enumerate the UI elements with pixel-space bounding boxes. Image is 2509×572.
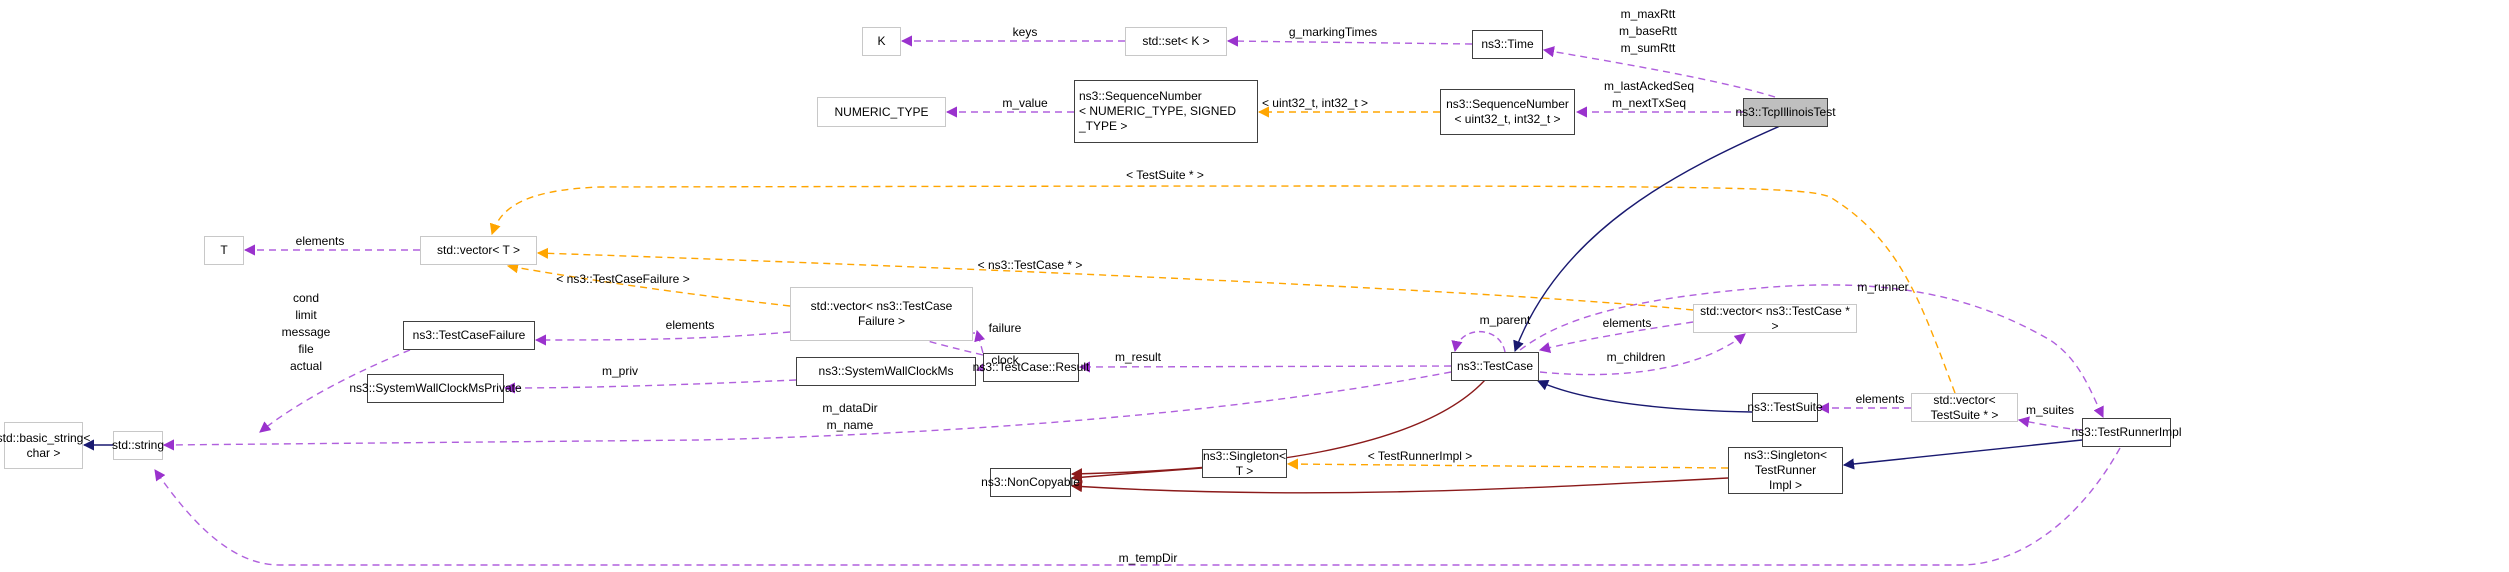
node-testcasefailure[interactable]: ns3::TestCaseFailure <box>403 321 535 350</box>
node-std-string[interactable]: std::string <box>112 431 164 460</box>
edge-testrunnerimpl-tpl <box>1286 458 1729 470</box>
node-basic-string[interactable]: std::basic_string< char > <box>0 422 90 469</box>
edge-label-failure-fields: cond limit message file actual <box>281 291 331 373</box>
edge-m-parent <box>1451 330 1506 353</box>
edge-label-m-value: m_value <box>1002 96 1048 110</box>
node-noncopyable[interactable]: ns3::NonCopyable <box>981 468 1080 497</box>
edge-label-testcasefailure-tpl: < ns3::TestCaseFailure > <box>556 272 690 286</box>
edge-label-seq: m_lastAckedSeq m_nextTxSeq <box>1603 79 1695 110</box>
node-numeric-type[interactable]: NUMERIC_TYPE <box>817 97 946 127</box>
edge-label-uint32-int32: < uint32_t, int32_t > <box>1261 96 1369 110</box>
edge-label-keys: keys <box>1012 25 1038 39</box>
node-testrunnerimpl[interactable]: ns3::TestRunnerImpl <box>2071 418 2182 447</box>
edge-testcase-ptr-tpl <box>536 247 1694 311</box>
edge-label-m-result: m_result <box>1114 350 1162 364</box>
edge-inherit-testsuite <box>1536 380 1753 413</box>
edge-label-m-priv: m_priv <box>601 364 639 378</box>
edge-label-m-children: m_children <box>1606 350 1666 364</box>
node-time[interactable]: ns3::Time <box>1472 30 1543 59</box>
node-systemwallclockms[interactable]: ns3::SystemWallClockMs <box>796 357 976 386</box>
edge-label-m-suites: m_suites <box>2025 403 2075 417</box>
node-testcase[interactable]: ns3::TestCase <box>1451 352 1539 381</box>
node-tcp-illinois-test[interactable]: ns3::TcpIllinoisTest <box>1735 98 1836 127</box>
edge-label-elements-failure: elements <box>665 318 715 332</box>
node-seqnum-template[interactable]: ns3::SequenceNumber < NUMERIC_TYPE, SIGN… <box>1074 80 1258 143</box>
edge-label-datadir-name: m_dataDir m_name <box>822 401 878 432</box>
edge-inherit-singleton <box>1842 439 2083 470</box>
node-seqnum-uint32[interactable]: ns3::SequenceNumber < uint32_t, int32_t … <box>1440 89 1575 135</box>
node-vector-testcase-ptr[interactable]: std::vector< ns3::TestCase * > <box>1693 304 1857 333</box>
edge-label-g-markingtimes: g_markingTimes <box>1288 25 1378 39</box>
edge-label-testrunnerimpl-tpl: < TestRunnerImpl > <box>1367 449 1473 463</box>
edge-testsuite-ptr-tpl <box>489 185 1956 394</box>
node-systemwallclockmsprivate[interactable]: ns3::SystemWallClockMsPrivate <box>349 374 522 403</box>
edge-label-elements-t: elements <box>295 234 345 248</box>
edge-label-testcase-ptr-tpl: < ns3::TestCase * > <box>977 258 1083 272</box>
node-k[interactable]: K <box>862 27 901 56</box>
edge-label-elements-testcase: elements <box>1602 316 1652 330</box>
edge-g-markingtimes <box>1226 35 1473 47</box>
node-vector-testcasefailure[interactable]: std::vector< ns3::TestCase Failure > <box>790 287 973 341</box>
node-singleton-testrunnerimpl[interactable]: ns3::Singleton< TestRunner Impl > <box>1728 447 1843 494</box>
node-set-k[interactable]: std::set< K > <box>1125 27 1227 56</box>
edge-label-clock: clock <box>991 353 1019 367</box>
node-testsuite[interactable]: ns3::TestSuite <box>1747 393 1823 422</box>
edge-label-rtt: m_maxRtt m_baseRtt m_sumRtt <box>1618 7 1678 55</box>
edge-label-failure: failure <box>988 321 1022 335</box>
edge-label-elements-testsuite: elements <box>1855 392 1905 406</box>
edge-noncopyable-singleton-runner <box>1070 477 1729 494</box>
edge-m-priv <box>503 379 797 394</box>
node-t[interactable]: T <box>204 236 244 265</box>
edge-label-m-tempdir: m_tempDir <box>1118 551 1178 565</box>
edge-label-m-parent: m_parent <box>1479 313 1531 327</box>
edge-label-testsuite-ptr-tpl: < TestSuite * > <box>1126 168 1204 182</box>
edge-elements-failure <box>534 331 791 346</box>
edge-m-result <box>1078 361 1452 373</box>
edge-label-m-runner: m_runner <box>1857 280 1909 294</box>
node-vector-testsuite-ptr[interactable]: std::vector< TestSuite * > <box>1911 393 2018 422</box>
node-singleton-t[interactable]: ns3::Singleton< T > <box>1202 449 1287 478</box>
node-vector-t[interactable]: std::vector< T > <box>420 236 537 265</box>
edge-failure-arrow <box>974 329 986 354</box>
